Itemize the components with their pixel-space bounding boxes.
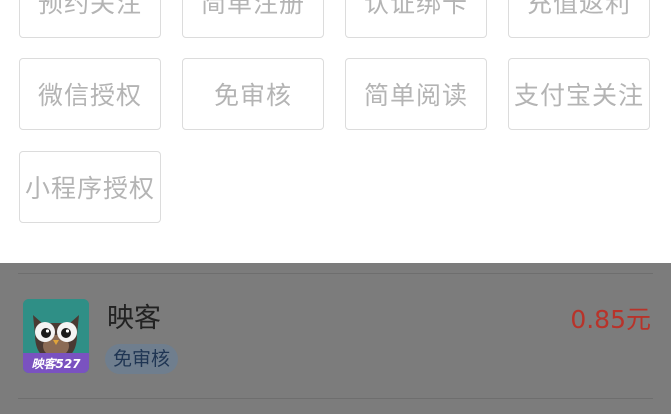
list-divider [18,398,653,399]
filter-chip-label: 充值返利 [526,0,631,18]
list-divider [18,273,653,274]
filter-chip-wechat-auth[interactable]: 微信授权 [19,58,161,130]
filter-chip-label: 支付宝关注 [513,81,644,110]
reward-price: 0.85元 [570,305,651,334]
filter-chip-label: 微信授权 [37,81,142,110]
task-type-filter-panel: 预约关注 简单注册 认证绑卡 充值返利 微信授权 免审核 简单阅读 支付宝关注 … [0,0,671,263]
no-review-tag: 免审核 [105,344,179,374]
filter-chip-simple-reading[interactable]: 简单阅读 [345,58,487,130]
filter-chip-no-review[interactable]: 免审核 [182,58,324,130]
filter-chip-recharge-rebate[interactable]: 充值返利 [508,0,650,38]
filter-chip-label: 免审核 [213,81,292,110]
owl-icon: 映客527 [23,299,89,373]
filter-chip-label: 简单阅读 [363,81,468,110]
filter-chip-label: 认证绑卡 [363,0,468,18]
app-icon-caption: 映客527 [31,357,81,371]
filter-chip-simple-register[interactable]: 简单注册 [182,0,324,38]
app-name: 映客 [107,303,161,334]
filter-chip-miniprogram-auth[interactable]: 小程序授权 [19,151,161,223]
filter-chip-card-binding[interactable]: 认证绑卡 [345,0,487,38]
filter-chip-label: 预约关注 [37,0,142,18]
filter-chip-alipay-follow[interactable]: 支付宝关注 [508,58,650,130]
filter-chip-label: 小程序授权 [24,174,155,203]
filter-chip-appointment-follow[interactable]: 预约关注 [19,0,161,38]
filter-chip-label: 简单注册 [200,0,305,18]
dimmed-overlay[interactable] [0,263,671,414]
owl-app-icon: 映客527 [23,299,89,373]
